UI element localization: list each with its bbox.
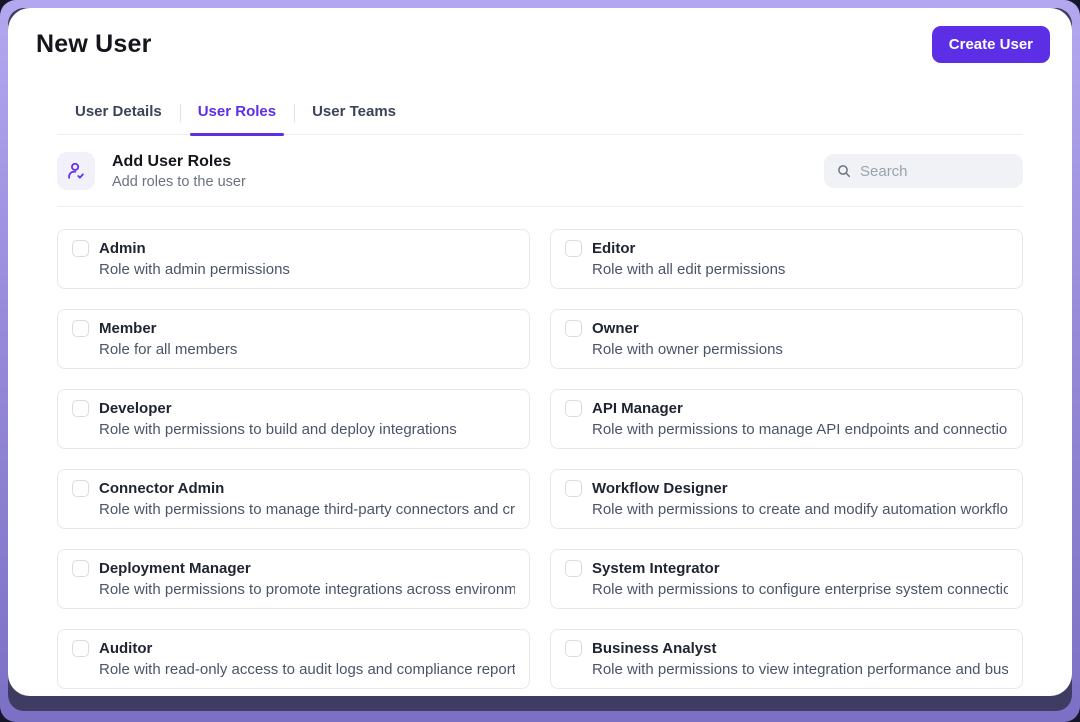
user-check-icon bbox=[57, 152, 95, 190]
tab[interactable]: User Details bbox=[57, 97, 180, 134]
page-title: New User bbox=[36, 30, 152, 59]
role-card-top: API Manager bbox=[565, 400, 1008, 417]
role-description: Role with permissions to view integratio… bbox=[592, 661, 1008, 678]
role-card-top: Workflow Designer bbox=[565, 480, 1008, 497]
role-name: Developer bbox=[99, 400, 172, 417]
roles-grid: Admin Role with admin permissions Editor… bbox=[57, 207, 1023, 689]
role-checkbox[interactable] bbox=[565, 240, 582, 257]
section-header: Add User Roles Add roles to the user bbox=[57, 135, 1023, 207]
dialog-content: User Details User Roles User Teams Add U… bbox=[8, 67, 1072, 696]
role-description: Role with permissions to build and deplo… bbox=[99, 421, 515, 438]
role-description: Role with permissions to create and modi… bbox=[592, 501, 1008, 518]
role-card-top: System Integrator bbox=[565, 560, 1008, 577]
role-card-top: Developer bbox=[72, 400, 515, 417]
role-card-top: Admin bbox=[72, 240, 515, 257]
role-description: Role with permissions to configure enter… bbox=[592, 581, 1008, 598]
dialog-header: New User Create User bbox=[8, 8, 1072, 67]
role-checkbox[interactable] bbox=[565, 560, 582, 577]
role-card[interactable]: Connector Admin Role with permissions to… bbox=[57, 469, 530, 529]
role-card[interactable]: Admin Role with admin permissions bbox=[57, 229, 530, 289]
role-checkbox[interactable] bbox=[565, 480, 582, 497]
section-subtitle: Add roles to the user bbox=[112, 174, 807, 190]
role-name: Business Analyst bbox=[592, 640, 717, 657]
role-name: Editor bbox=[592, 240, 635, 257]
role-card-top: Deployment Manager bbox=[72, 560, 515, 577]
role-checkbox[interactable] bbox=[72, 400, 89, 417]
role-card[interactable]: Workflow Designer Role with permissions … bbox=[550, 469, 1023, 529]
role-description: Role with permissions to manage third-pa… bbox=[99, 501, 515, 518]
role-name: API Manager bbox=[592, 400, 683, 417]
role-card-top: Owner bbox=[565, 320, 1008, 337]
role-name: Owner bbox=[592, 320, 639, 337]
role-checkbox[interactable] bbox=[565, 400, 582, 417]
role-card-top: Editor bbox=[565, 240, 1008, 257]
role-name: Member bbox=[99, 320, 157, 337]
role-checkbox[interactable] bbox=[72, 560, 89, 577]
role-card-top: Member bbox=[72, 320, 515, 337]
role-card[interactable]: Auditor Role with read-only access to au… bbox=[57, 629, 530, 689]
section-title: Add User Roles bbox=[112, 153, 807, 171]
role-description: Role with read-only access to audit logs… bbox=[99, 661, 515, 678]
role-name: Deployment Manager bbox=[99, 560, 251, 577]
search-input[interactable] bbox=[860, 163, 1011, 180]
role-checkbox[interactable] bbox=[72, 640, 89, 657]
role-card[interactable]: System Integrator Role with permissions … bbox=[550, 549, 1023, 609]
role-card-top: Connector Admin bbox=[72, 480, 515, 497]
role-checkbox[interactable] bbox=[565, 640, 582, 657]
search-icon bbox=[836, 163, 852, 179]
tab[interactable]: User Roles bbox=[180, 97, 294, 134]
section-text: Add User Roles Add roles to the user bbox=[112, 153, 807, 190]
role-checkbox[interactable] bbox=[72, 320, 89, 337]
role-name: Connector Admin bbox=[99, 480, 224, 497]
tab[interactable]: User Teams bbox=[294, 97, 414, 134]
role-name: Auditor bbox=[99, 640, 152, 657]
role-description: Role with owner permissions bbox=[592, 341, 1008, 358]
role-name: Workflow Designer bbox=[592, 480, 728, 497]
search-box[interactable] bbox=[824, 154, 1023, 188]
role-card[interactable]: Owner Role with owner permissions bbox=[550, 309, 1023, 369]
role-description: Role with all edit permissions bbox=[592, 261, 1008, 278]
role-checkbox[interactable] bbox=[72, 480, 89, 497]
create-user-button[interactable]: Create User bbox=[932, 26, 1050, 63]
role-checkbox[interactable] bbox=[72, 240, 89, 257]
role-card[interactable]: Deployment Manager Role with permissions… bbox=[57, 549, 530, 609]
role-card-top: Auditor bbox=[72, 640, 515, 657]
role-card[interactable]: Developer Role with permissions to build… bbox=[57, 389, 530, 449]
role-card[interactable]: Business Analyst Role with permissions t… bbox=[550, 629, 1023, 689]
role-checkbox[interactable] bbox=[565, 320, 582, 337]
role-card-top: Business Analyst bbox=[565, 640, 1008, 657]
role-description: Role with admin permissions bbox=[99, 261, 515, 278]
role-name: Admin bbox=[99, 240, 146, 257]
role-description: Role with permissions to manage API endp… bbox=[592, 421, 1008, 438]
role-name: System Integrator bbox=[592, 560, 720, 577]
tab-bar: User Details User Roles User Teams bbox=[57, 97, 1023, 135]
role-description: Role for all members bbox=[99, 341, 515, 358]
role-description: Role with permissions to promote integra… bbox=[99, 581, 515, 598]
new-user-dialog: New User Create User User Details User R… bbox=[8, 8, 1072, 696]
role-card[interactable]: Editor Role with all edit permissions bbox=[550, 229, 1023, 289]
role-card[interactable]: API Manager Role with permissions to man… bbox=[550, 389, 1023, 449]
role-card[interactable]: Member Role for all members bbox=[57, 309, 530, 369]
